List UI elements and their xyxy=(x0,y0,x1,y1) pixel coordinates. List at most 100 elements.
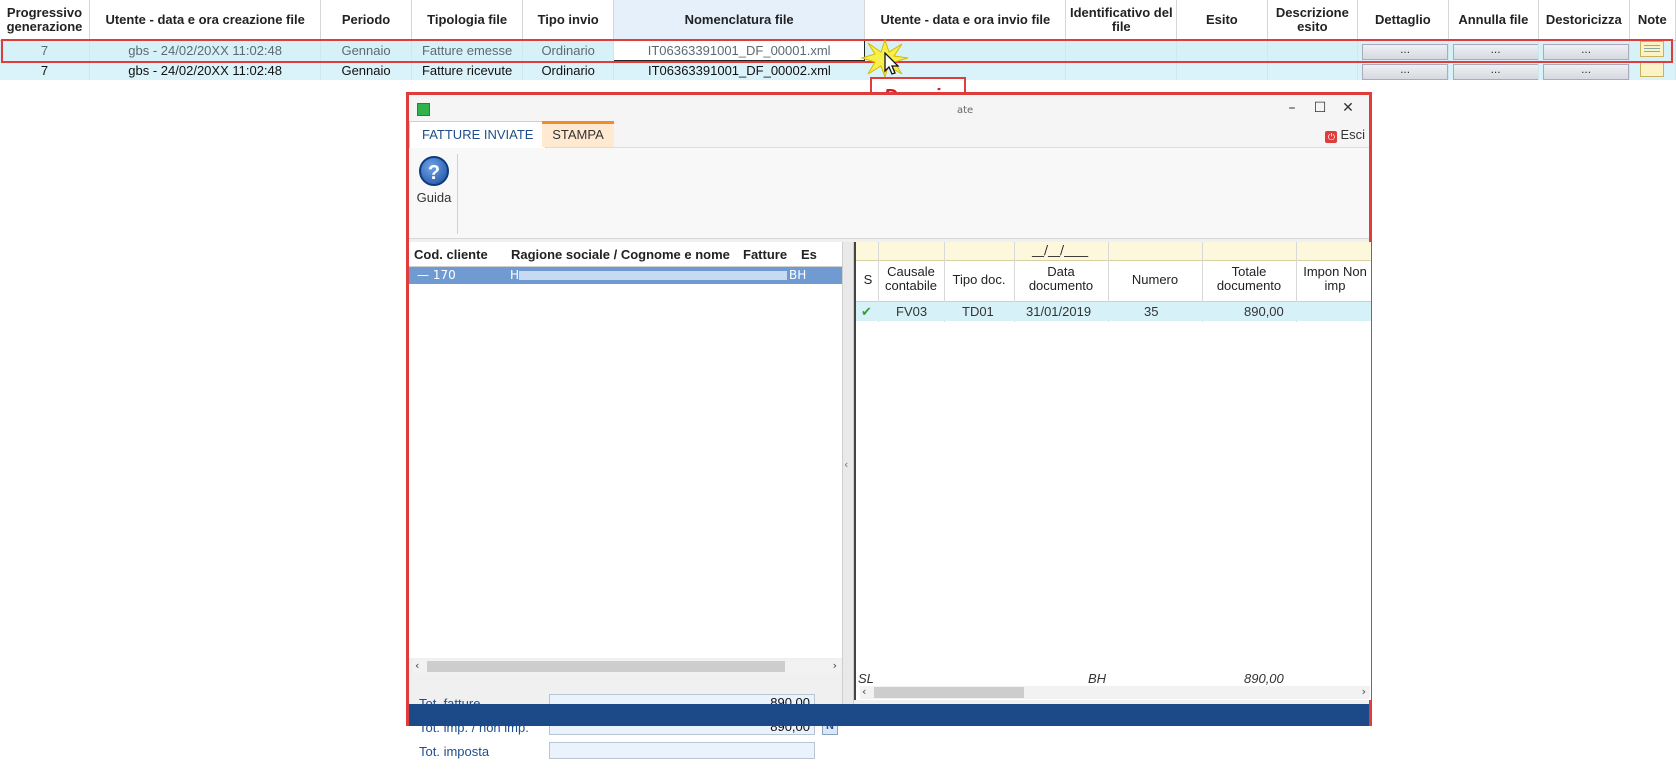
cell-annulla: ... xyxy=(1448,60,1540,80)
client-row[interactable]: — 170 H BH xyxy=(409,267,842,284)
note-icon[interactable] xyxy=(1640,41,1665,58)
cell-progressivo: 7 xyxy=(0,60,90,80)
scrollbar-thumb[interactable] xyxy=(427,661,785,672)
client-name-redacted xyxy=(519,271,787,280)
app-icon xyxy=(417,103,430,116)
summary-row: SL BH 890,00 xyxy=(856,671,1371,687)
cell-nomenclatura[interactable]: IT06363391001_DF_00002.xml xyxy=(613,60,865,80)
minimize-button[interactable]: – xyxy=(1279,99,1305,117)
scroll-left-icon[interactable]: ‹ xyxy=(415,659,419,672)
cell-tipo-invio: Ordinario xyxy=(522,40,614,61)
col-fatture[interactable]: Fatture xyxy=(743,247,787,262)
col-esito[interactable]: Esito xyxy=(1176,0,1268,41)
tot-imposta-label: Tot. imposta xyxy=(419,744,490,759)
close-button[interactable]: ✕ xyxy=(1335,99,1361,117)
scroll-right-icon[interactable]: › xyxy=(1362,685,1366,698)
col-progressivo[interactable]: Progressivo generazione xyxy=(0,0,90,41)
col-periodo[interactable]: Periodo xyxy=(320,0,412,41)
col-descrizione-esito[interactable]: Descrizione esito xyxy=(1267,0,1359,41)
annulla-button[interactable]: ... xyxy=(1452,43,1538,61)
cell-note xyxy=(1629,40,1676,61)
help-button[interactable]: ? Guida xyxy=(413,156,455,205)
col-causale[interactable]: Causale contabile xyxy=(880,265,942,293)
annulla-button[interactable]: ... xyxy=(1452,63,1538,80)
maximize-button[interactable]: ☐ xyxy=(1307,99,1333,117)
cell-destoricizza: ... xyxy=(1538,60,1630,80)
cell-descrizione xyxy=(1267,60,1359,80)
cell-esito xyxy=(1176,60,1268,80)
table-row[interactable]: 7 gbs - 24/02/20XX 11:02:48 Gennaio Fatt… xyxy=(0,40,1676,61)
question-icon: ? xyxy=(419,156,449,186)
cell-tipo-doc: TD01 xyxy=(962,304,994,319)
cell-identificativo xyxy=(1065,60,1178,80)
table-row[interactable]: 7 gbs - 24/02/20XX 11:02:48 Gennaio Fatt… xyxy=(0,60,1676,80)
col-annulla[interactable]: Annulla file xyxy=(1448,0,1540,41)
mouse-pointer-icon xyxy=(884,52,900,75)
col-utente-invio[interactable]: Utente - data e ora invio file xyxy=(864,0,1067,41)
col-cod-cliente[interactable]: Cod. cliente xyxy=(414,247,488,262)
cell-utente: gbs - 24/02/20XX 11:02:48 xyxy=(89,40,322,61)
col-nomenclatura[interactable]: Nomenclatura file xyxy=(613,0,866,41)
col-es[interactable]: Es xyxy=(801,247,817,262)
cell-annulla: ... xyxy=(1448,40,1540,61)
dettaglio-button[interactable]: ... xyxy=(1362,43,1448,61)
col-utente-creazione[interactable]: Utente - data e ora creazione file xyxy=(89,0,322,41)
cell-causale: FV03 xyxy=(896,304,928,319)
cell-nomenclatura[interactable]: IT06363391001_DF_00001.xml xyxy=(612,40,866,61)
col-numero[interactable]: Numero xyxy=(1110,273,1200,287)
documents-grid: __/__/____ S Causale contabile Tipo doc.… xyxy=(854,242,1371,700)
horizontal-scrollbar[interactable]: ‹ › xyxy=(413,659,841,673)
col-ragione-sociale[interactable]: Ragione sociale / Cognome e nome xyxy=(511,247,730,262)
ribbon-tabs: FATTURE INVIATE STAMPA ⏻ Esci xyxy=(409,121,1369,148)
collapse-icon[interactable]: ‹ xyxy=(844,458,848,471)
destoricizza-button[interactable]: ... xyxy=(1543,63,1629,80)
document-row[interactable]: ✔ FV03 TD01 31/01/2019 35 890,00 xyxy=(856,302,1371,321)
date-filter[interactable]: __/__/____ xyxy=(1032,243,1088,257)
tab-stampa[interactable]: STAMPA xyxy=(542,121,614,147)
col-data-documento[interactable]: Data documento xyxy=(1016,265,1106,293)
dettaglio-button[interactable]: ... xyxy=(1362,63,1448,80)
exit-button[interactable]: ⏻ Esci xyxy=(1325,127,1365,143)
col-s[interactable]: S xyxy=(860,273,876,287)
ribbon-panel: ? Guida xyxy=(409,148,1369,239)
cell-descrizione xyxy=(1267,40,1359,61)
cell-numero: 35 xyxy=(1144,304,1159,319)
col-destoricizza[interactable]: Destoricizza xyxy=(1538,0,1630,41)
cell-dettaglio: ... xyxy=(1357,60,1449,80)
horizontal-scrollbar[interactable]: ‹ › xyxy=(860,685,1370,699)
cell-tipologia: Fatture ricevute xyxy=(411,60,524,80)
cell-periodo: Gennaio xyxy=(320,40,412,61)
window-titlebar[interactable]: ate – ☐ ✕ xyxy=(409,95,1369,121)
destoricizza-button[interactable]: ... xyxy=(1543,43,1629,61)
col-imponibile[interactable]: Impon Non imp xyxy=(1298,265,1372,293)
cell-periodo: Gennaio xyxy=(320,60,412,80)
cell-identificativo xyxy=(1065,40,1178,61)
window-title: ate xyxy=(957,105,974,116)
pane-splitter[interactable]: ‹ xyxy=(842,242,854,710)
col-identificativo[interactable]: Identificativo del file xyxy=(1065,0,1178,41)
tab-fatture-inviate[interactable]: FATTURE INVIATE xyxy=(409,121,547,148)
col-note[interactable]: Note xyxy=(1629,0,1676,41)
filter-row[interactable]: __/__/____ xyxy=(856,242,1371,261)
col-totale[interactable]: Totale documento xyxy=(1204,265,1294,293)
scroll-right-icon[interactable]: › xyxy=(833,659,837,672)
col-tipologia[interactable]: Tipologia file xyxy=(411,0,524,41)
tot-imposta-field xyxy=(549,742,815,759)
fatture-inviate-window: ate – ☐ ✕ FATTURE INVIATE STAMPA ⏻ Esci ?… xyxy=(406,92,1372,759)
col-tipo-doc[interactable]: Tipo doc. xyxy=(946,273,1012,287)
cell-data: 31/01/2019 xyxy=(1026,304,1092,319)
client-fatture: BH xyxy=(789,268,807,282)
ribbon-divider xyxy=(457,154,458,234)
note-icon[interactable] xyxy=(1640,60,1665,77)
cell-totale: 890,00 xyxy=(1244,304,1284,319)
cell-tipologia: Fatture emesse xyxy=(411,40,524,61)
cell-esito xyxy=(1176,40,1268,61)
col-tipo-invio[interactable]: Tipo invio xyxy=(522,0,614,41)
col-dettaglio[interactable]: Dettaglio xyxy=(1357,0,1449,41)
cell-destoricizza: ... xyxy=(1538,40,1630,61)
cell-note xyxy=(1629,60,1676,80)
scrollbar-thumb[interactable] xyxy=(874,687,1024,698)
scroll-left-icon[interactable]: ‹ xyxy=(862,685,866,698)
summary-mid: BH xyxy=(1088,671,1107,686)
client-name-prefix: H xyxy=(510,268,520,282)
